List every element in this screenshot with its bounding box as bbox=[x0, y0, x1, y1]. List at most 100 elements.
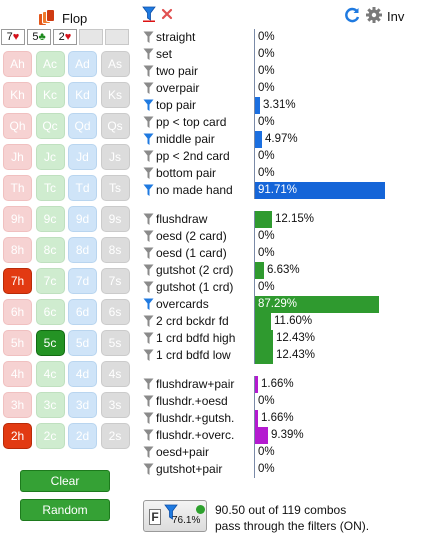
board-card[interactable]: 2 ♥ bbox=[53, 29, 77, 45]
filter-name[interactable]: two pair bbox=[143, 63, 198, 79]
filter-off-icon[interactable] bbox=[143, 378, 154, 391]
filter-row[interactable]: straight 0% bbox=[143, 29, 433, 46]
filter-off-icon[interactable] bbox=[143, 264, 154, 277]
filter-row[interactable]: oesd (2 card) 0% bbox=[143, 228, 433, 245]
board-card-empty[interactable] bbox=[105, 29, 129, 45]
filter-row[interactable]: two pair 0% bbox=[143, 63, 433, 80]
card-6c[interactable]: 6c bbox=[35, 299, 65, 325]
filter-row[interactable]: overpair 0% bbox=[143, 80, 433, 97]
card-2s[interactable]: 2s bbox=[100, 423, 130, 449]
card-2d[interactable]: 2d bbox=[68, 423, 97, 449]
card-5c[interactable]: 5c bbox=[35, 330, 65, 356]
card-ad[interactable]: Ad bbox=[68, 51, 97, 77]
card-4d[interactable]: 4d bbox=[68, 361, 97, 387]
filter-name[interactable]: overpair bbox=[143, 80, 199, 96]
card-2c[interactable]: 2c bbox=[35, 423, 65, 449]
card-qd[interactable]: Qd bbox=[68, 113, 97, 139]
filter-on-icon[interactable] bbox=[143, 184, 154, 197]
filter-row[interactable]: set 0% bbox=[143, 46, 433, 63]
filter-name[interactable]: 1 crd bdfd low bbox=[143, 347, 231, 363]
filter-row[interactable]: flushdr.+overc. 9.39% bbox=[143, 427, 433, 444]
card-5h[interactable]: 5h bbox=[3, 330, 32, 356]
filter-row[interactable]: gutshot+pair 0% bbox=[143, 461, 433, 478]
card-kd[interactable]: Kd bbox=[68, 82, 97, 108]
card-9s[interactable]: 9s bbox=[100, 206, 130, 232]
filter-row[interactable]: gutshot (2 crd) 6.63% bbox=[143, 262, 433, 279]
filter-name[interactable]: 1 crd bdfd high bbox=[143, 330, 235, 346]
filter-on-icon[interactable] bbox=[143, 133, 154, 146]
filter-row[interactable]: overcards 87.29% bbox=[143, 296, 433, 313]
card-js[interactable]: Js bbox=[100, 144, 130, 170]
filter-off-icon[interactable] bbox=[143, 150, 154, 163]
filter-name[interactable]: oesd+pair bbox=[143, 444, 209, 460]
card-as[interactable]: As bbox=[100, 51, 130, 77]
board-card-empty[interactable] bbox=[79, 29, 103, 45]
card-ac[interactable]: Ac bbox=[35, 51, 65, 77]
filter-name[interactable]: overcards bbox=[143, 296, 209, 312]
card-jh[interactable]: Jh bbox=[3, 144, 32, 170]
card-5d[interactable]: 5d bbox=[68, 330, 97, 356]
card-8h[interactable]: 8h bbox=[3, 237, 32, 263]
filter-row[interactable]: 1 crd bdfd high 12.43% bbox=[143, 330, 433, 347]
card-9c[interactable]: 9c bbox=[35, 206, 65, 232]
filter-off-icon[interactable] bbox=[143, 230, 154, 243]
filter-row[interactable]: oesd+pair 0% bbox=[143, 444, 433, 461]
card-6s[interactable]: 6s bbox=[100, 299, 130, 325]
filter-row[interactable]: 1 crd bdfd low 12.43% bbox=[143, 347, 433, 364]
card-ts[interactable]: Ts bbox=[100, 175, 130, 201]
card-ah[interactable]: Ah bbox=[3, 51, 32, 77]
card-7c[interactable]: 7c bbox=[35, 268, 65, 294]
filter-name[interactable]: flushdraw bbox=[143, 211, 207, 227]
filter-off-icon[interactable] bbox=[143, 213, 154, 226]
filter-name[interactable]: set bbox=[143, 46, 172, 62]
filter-off-icon[interactable] bbox=[143, 116, 154, 129]
card-7s[interactable]: 7s bbox=[100, 268, 130, 294]
card-3h[interactable]: 3h bbox=[3, 392, 32, 418]
filter-row[interactable]: top pair 3.31% bbox=[143, 97, 433, 114]
filter-name[interactable]: gutshot (2 crd) bbox=[143, 262, 233, 278]
filter-name[interactable]: oesd (1 card) bbox=[143, 245, 227, 261]
card-9d[interactable]: 9d bbox=[68, 206, 97, 232]
filter-off-icon[interactable] bbox=[143, 349, 154, 362]
filter-name[interactable]: oesd (2 card) bbox=[143, 228, 227, 244]
filter-name[interactable]: gutshot (1 crd) bbox=[143, 279, 233, 295]
card-3c[interactable]: 3c bbox=[35, 392, 65, 418]
filter-name[interactable]: top pair bbox=[143, 97, 196, 113]
filter-off-icon[interactable] bbox=[143, 332, 154, 345]
filter-row[interactable]: 2 crd bckdr fd 11.60% bbox=[143, 313, 433, 330]
filter-name[interactable]: no made hand bbox=[143, 182, 233, 198]
clear-filter-icon[interactable] bbox=[160, 7, 174, 26]
filter-row[interactable]: flushdraw 12.15% bbox=[143, 211, 433, 228]
board-card[interactable]: 5 ♣ bbox=[27, 29, 51, 45]
card-jd[interactable]: Jd bbox=[68, 144, 97, 170]
filter-name[interactable]: middle pair bbox=[143, 131, 215, 147]
board-card[interactable]: 7 ♥ bbox=[1, 29, 25, 45]
filter-off-icon[interactable] bbox=[143, 65, 154, 78]
filter-off-icon[interactable] bbox=[143, 463, 154, 476]
filter-name[interactable]: flushdr.+gutsh. bbox=[143, 410, 234, 426]
filter-off-icon[interactable] bbox=[143, 315, 154, 328]
filter-row[interactable]: bottom pair 0% bbox=[143, 165, 433, 182]
filter-off-icon[interactable] bbox=[143, 48, 154, 61]
filter-name[interactable]: gutshot+pair bbox=[143, 461, 222, 477]
filter-row[interactable]: no made hand 91.71% bbox=[143, 182, 433, 199]
filter-name[interactable]: flushdr.+overc. bbox=[143, 427, 234, 443]
filter-off-icon[interactable] bbox=[143, 247, 154, 260]
card-qh[interactable]: Qh bbox=[3, 113, 32, 139]
filter-row[interactable]: flushdr.+gutsh. 1.66% bbox=[143, 410, 433, 427]
card-2h[interactable]: 2h bbox=[3, 423, 32, 449]
card-kh[interactable]: Kh bbox=[3, 82, 32, 108]
clear-button[interactable]: Clear bbox=[20, 470, 110, 492]
filter-off-icon[interactable] bbox=[143, 281, 154, 294]
refresh-icon[interactable] bbox=[343, 6, 361, 27]
card-kc[interactable]: Kc bbox=[35, 82, 65, 108]
card-9h[interactable]: 9h bbox=[3, 206, 32, 232]
card-6h[interactable]: 6h bbox=[3, 299, 32, 325]
filter-off-icon[interactable] bbox=[143, 82, 154, 95]
filter-name[interactable]: 2 crd bckdr fd bbox=[143, 313, 229, 329]
filter-row[interactable]: middle pair 4.97% bbox=[143, 131, 433, 148]
card-8c[interactable]: 8c bbox=[35, 237, 65, 263]
card-4c[interactable]: 4c bbox=[35, 361, 65, 387]
card-tc[interactable]: Tc bbox=[35, 175, 65, 201]
card-4s[interactable]: 4s bbox=[100, 361, 130, 387]
